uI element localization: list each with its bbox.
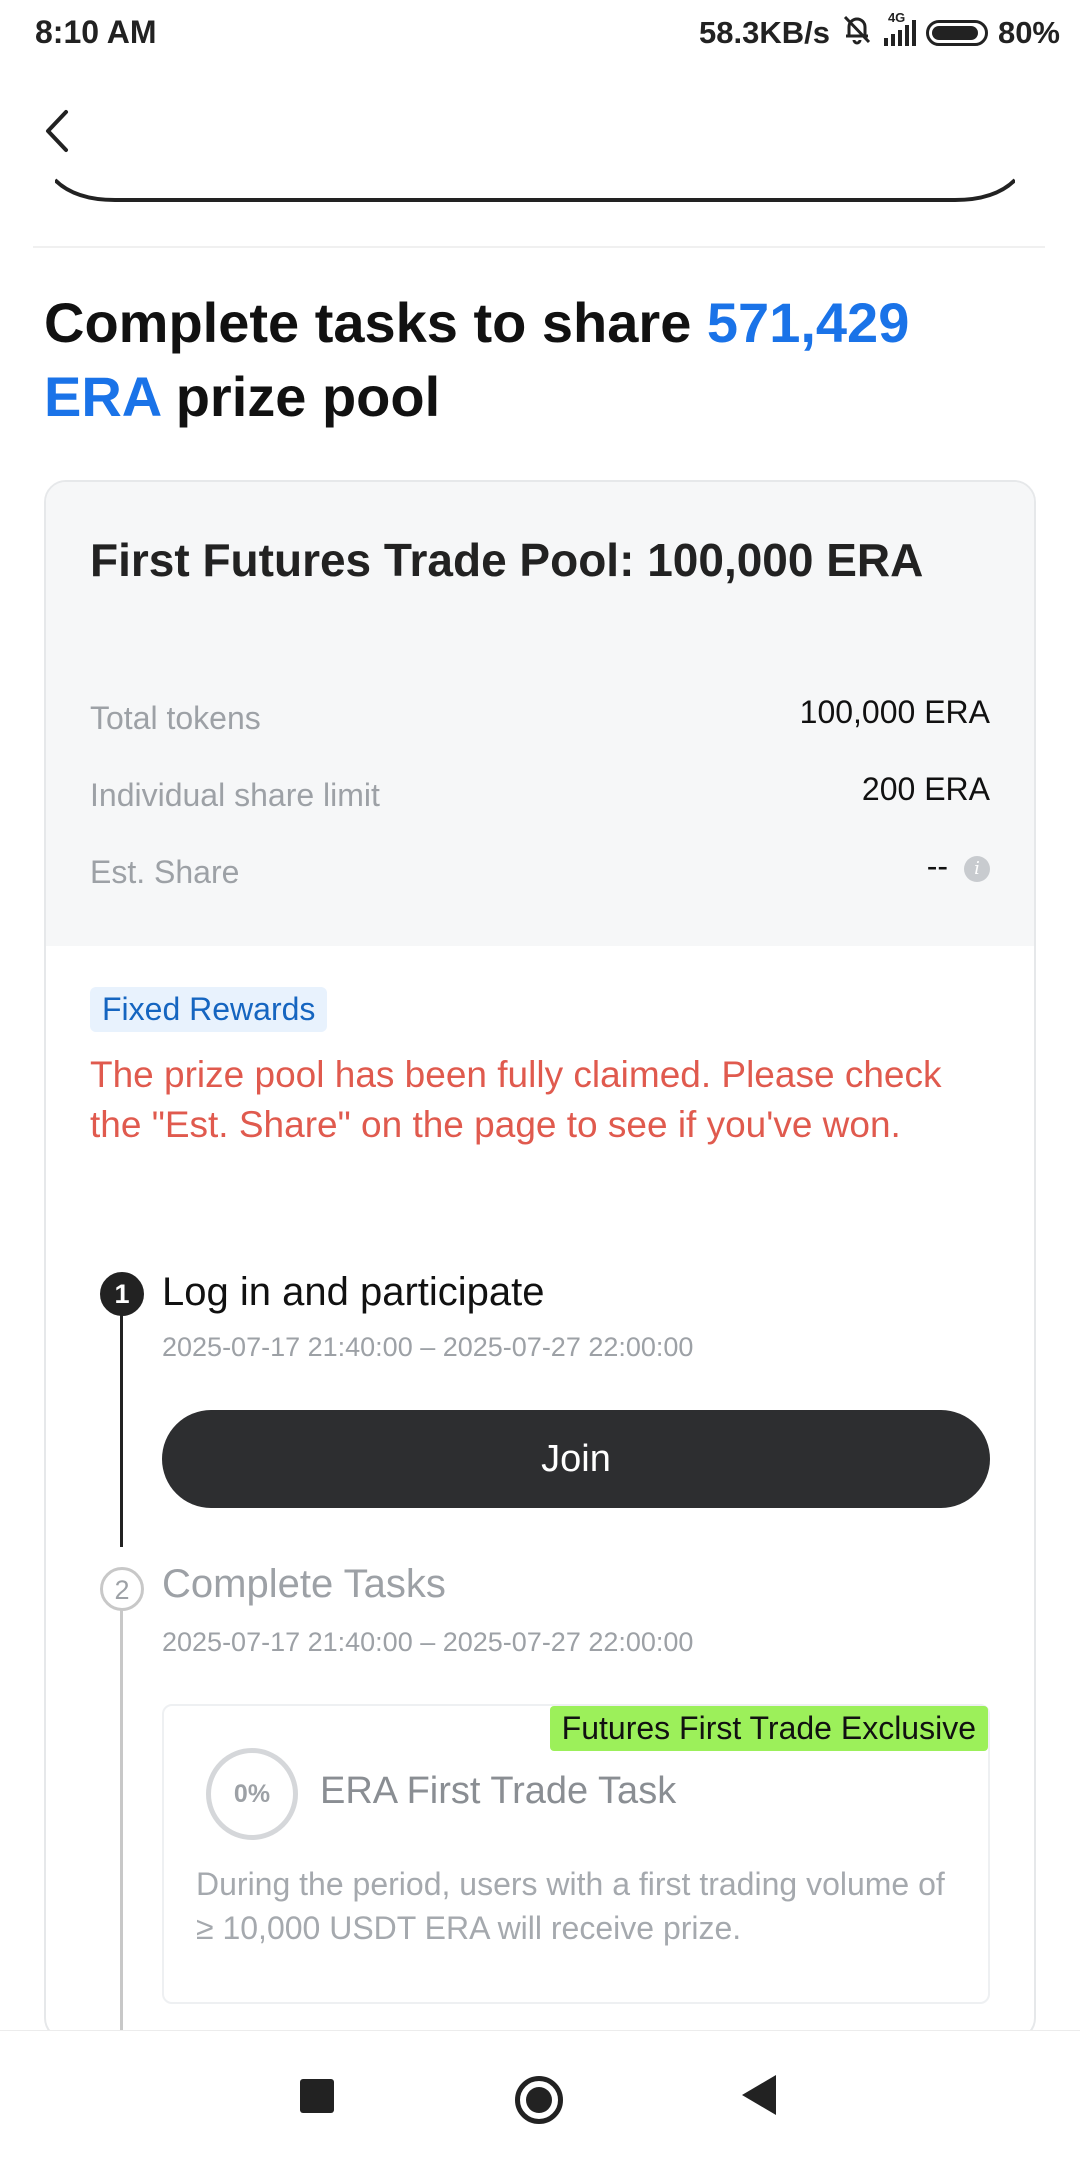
title-suffix: prize pool <box>160 365 441 428</box>
pool-summary: First Futures Trade Pool: 100,000 ERA To… <box>46 482 1034 946</box>
pool-title: First Futures Trade Pool: 100,000 ERA <box>90 534 924 586</box>
chevron-left-icon <box>46 110 68 152</box>
step-date-tasks: 2025-07-17 21:40:00 – 2025-07-27 22:00:0… <box>162 1627 694 1657</box>
fixed-rewards-badge: Fixed Rewards <box>90 987 328 1032</box>
task-title: ERA First Trade Task <box>320 1770 677 1812</box>
row-label: Est. Share <box>90 854 240 890</box>
prize-token: ERA <box>44 365 161 428</box>
header-divider <box>33 246 1045 248</box>
signal-icon: 4G <box>883 10 916 46</box>
step-number-1: 1 <box>100 1272 144 1316</box>
network-type: 4G <box>887 10 906 25</box>
step-title-tasks: Complete Tasks <box>162 1562 446 1606</box>
step-date-login: 2025-07-17 21:40:00 – 2025-07-27 22:00:0… <box>162 1332 694 1362</box>
step-title-login: Log in and participate <box>162 1270 545 1314</box>
pool-card: First Futures Trade Pool: 100,000 ERA To… <box>44 480 1036 2040</box>
row-label: Total tokens <box>90 700 261 736</box>
page-title: Complete tasks to share 571,429 ERA priz… <box>44 286 1034 434</box>
row-value: 100,000 ERA <box>799 694 990 730</box>
step-number-2: 2 <box>100 1567 144 1611</box>
status-right: 58.3KB/s 4G 80% <box>698 10 1060 54</box>
row-label: Individual share limit <box>90 777 380 813</box>
battery-icon <box>925 20 988 46</box>
task-card[interactable]: Futures First Trade Exclusive 0% ERA Fir… <box>162 1704 990 2004</box>
progress-ring: 0% <box>206 1748 298 1840</box>
system-nav-bar <box>0 2030 1080 2161</box>
row-value: 200 ERA <box>861 771 990 807</box>
back-button[interactable] <box>38 106 78 156</box>
status-time: 8:10 AM <box>35 14 157 50</box>
timeline-line-inactive <box>120 1592 123 2038</box>
info-icon[interactable]: i <box>964 855 990 882</box>
est-share-value-wrap: -- i <box>927 848 990 885</box>
task-exclusive-tag: Futures First Trade Exclusive <box>549 1706 988 1751</box>
header-banner-edge <box>55 178 1015 202</box>
join-button[interactable]: Join <box>162 1410 990 1508</box>
prize-amount: 571,429 <box>706 291 910 354</box>
home-circle-icon[interactable] <box>515 2076 563 2124</box>
pool-claimed-notice: The prize pool has been fully claimed. P… <box>90 1054 942 1145</box>
status-bar: 8:10 AM 58.3KB/s 4G 80% <box>0 0 1080 66</box>
mute-bell-icon <box>840 12 874 54</box>
timeline-line-active <box>120 1282 123 1547</box>
battery-level: 80% <box>997 15 1060 50</box>
back-triangle-icon[interactable] <box>742 2075 776 2115</box>
network-speed: 58.3KB/s <box>698 15 830 50</box>
est-share-row: Est. Share -- i <box>90 848 990 892</box>
row-value: -- <box>926 848 948 884</box>
task-description: During the period, users with a first tr… <box>196 1866 945 1946</box>
title-prefix: Complete tasks to share <box>44 291 707 354</box>
share-limit-row: Individual share limit 200 ERA <box>90 771 990 815</box>
total-tokens-row: Total tokens 100,000 ERA <box>90 694 990 738</box>
recents-square-icon[interactable] <box>300 2079 334 2113</box>
